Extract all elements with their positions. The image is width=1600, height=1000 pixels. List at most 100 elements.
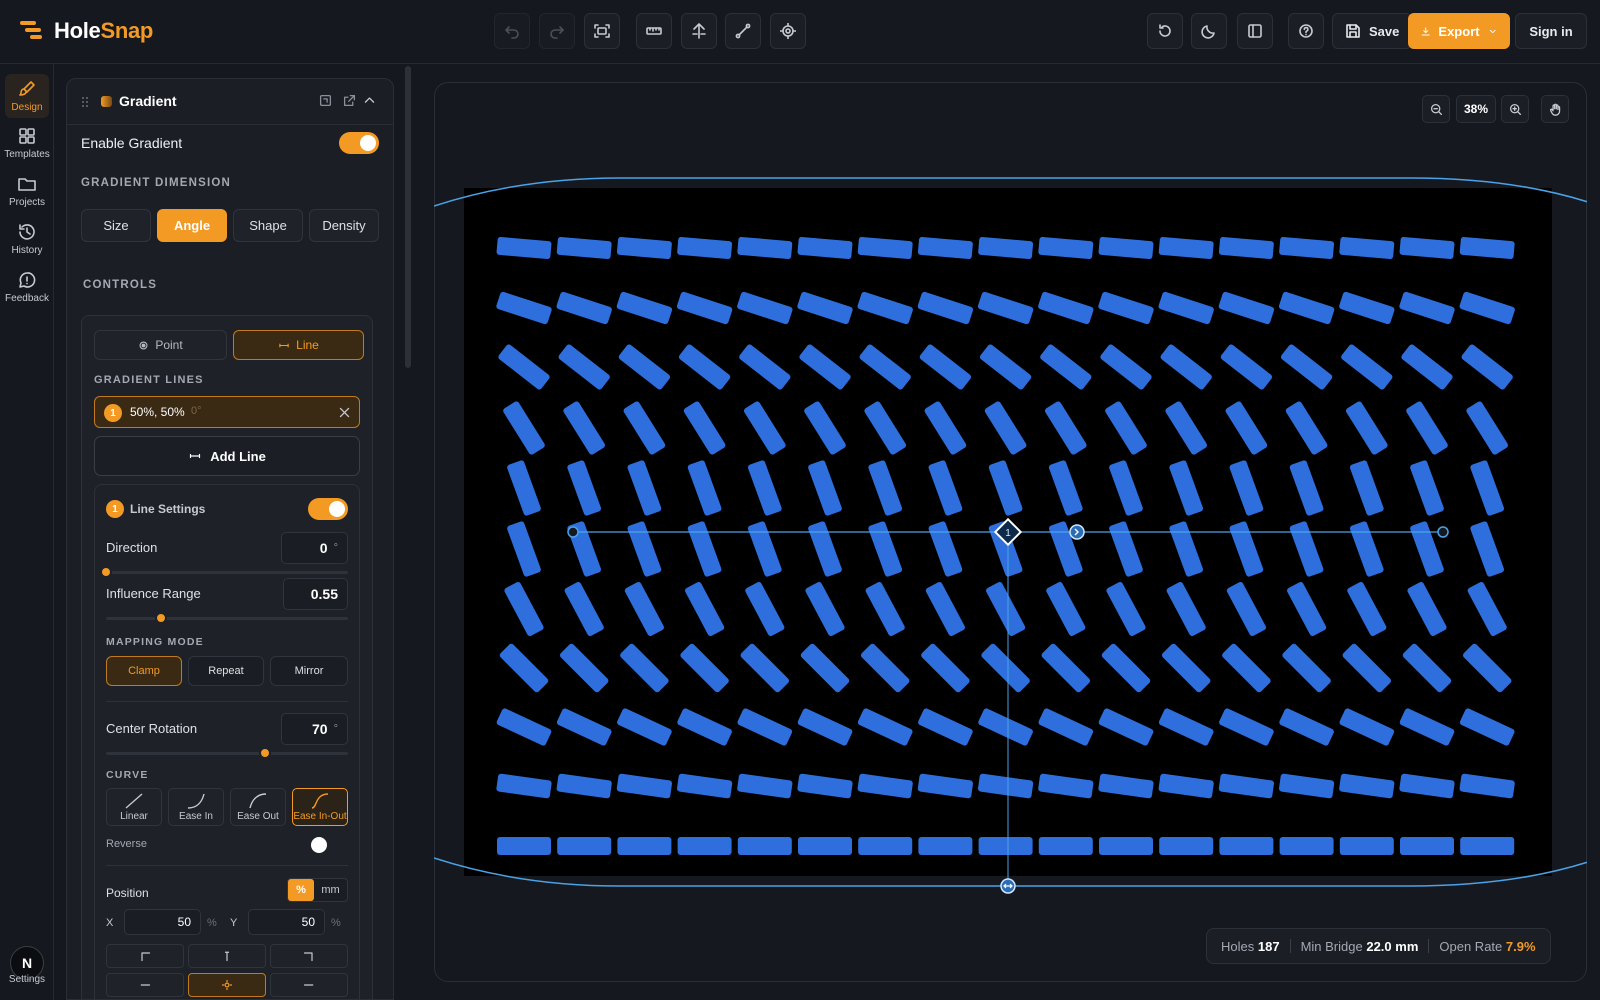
line-arrow-icon <box>190 453 201 459</box>
influence-range-slider-knob[interactable] <box>155 612 167 624</box>
direction-label: Direction <box>106 540 158 555</box>
mapping-mode-mirror[interactable]: Mirror <box>270 656 348 686</box>
reset-icon <box>1159 24 1171 37</box>
line-settings-toggle[interactable] <box>308 498 348 520</box>
dimension-tab-angle[interactable]: Angle <box>157 209 227 242</box>
curve-ease-in-out-button[interactable]: Ease In-Out <box>292 788 348 826</box>
enable-gradient-toggle[interactable] <box>339 132 379 154</box>
divider <box>1289 939 1291 953</box>
panel-scrollbar[interactable] <box>405 66 411 368</box>
center-rotation-value: 70 <box>312 721 328 737</box>
layout-button[interactable] <box>1237 13 1273 49</box>
unit-percent[interactable]: % <box>288 879 314 901</box>
dimension-tab-shape[interactable]: Shape <box>233 209 303 242</box>
dimension-tab-density[interactable]: Density <box>309 209 379 242</box>
sign-in-button[interactable]: Sign in <box>1515 13 1587 49</box>
align-top-left-button[interactable] <box>106 944 184 968</box>
curve-ease-out-icon <box>249 793 267 809</box>
curve-ease-in-button[interactable]: Ease In <box>168 788 224 826</box>
logo-mark-icon <box>20 21 42 39</box>
export-label: Export <box>1438 23 1480 39</box>
undo-button[interactable] <box>494 13 530 49</box>
dock-icon[interactable] <box>319 94 332 107</box>
ruler-button[interactable] <box>636 13 672 49</box>
direction-slider-knob[interactable] <box>100 566 112 578</box>
mode-tab-line[interactable]: Line <box>233 330 364 360</box>
align-center-button[interactable] <box>188 973 266 997</box>
mode-tab-point-label: Point <box>155 338 183 352</box>
center-rotation-label: Center Rotation <box>106 721 198 736</box>
center-rotation-slider-knob[interactable] <box>259 747 271 759</box>
history-icon <box>19 224 35 240</box>
align-button[interactable] <box>681 13 717 49</box>
open-rate-value: 7.9% <box>1505 938 1536 954</box>
zoom-level[interactable]: 38% <box>1456 95 1496 123</box>
rail-item-design[interactable]: Design <box>5 74 49 118</box>
curve-linear-button[interactable]: Linear <box>106 788 162 826</box>
controls-card: Point Line GRADIENT LINES 1 50%, 50% 0° … <box>81 315 373 999</box>
reset-button[interactable] <box>1147 13 1183 49</box>
pan-hand-button[interactable] <box>1541 95 1569 123</box>
center-rotation-input[interactable]: 70 ° <box>281 713 348 745</box>
theme-button[interactable] <box>1191 13 1227 49</box>
curve-ease-out-button[interactable]: Ease Out <box>230 788 286 826</box>
align-top-icon <box>224 951 230 962</box>
divider <box>106 865 348 866</box>
curve-ease-in-out-label: Ease In-Out <box>293 811 347 822</box>
influence-range-input[interactable]: 0.55 <box>283 578 348 610</box>
logo[interactable]: HoleSnap <box>18 18 153 44</box>
gradient-line-entry[interactable]: 1 50%, 50% 0° <box>94 396 360 428</box>
unit-mm[interactable]: mm <box>314 879 347 901</box>
chevron-up-icon[interactable] <box>363 94 376 107</box>
export-button[interactable]: Export <box>1408 13 1510 49</box>
x-input[interactable]: 50 <box>124 909 201 935</box>
reverse-label: Reverse <box>106 838 147 850</box>
target-button[interactable] <box>770 13 806 49</box>
influence-range-slider[interactable] <box>106 617 348 620</box>
align-right-button[interactable] <box>270 973 348 997</box>
brand-name: HoleSnap <box>54 18 154 43</box>
unit-toggle[interactable]: % mm <box>287 878 348 902</box>
curve-heading: CURVE <box>106 769 149 781</box>
align-left-icon <box>140 984 151 986</box>
rail-item-settings[interactable]: Settings <box>0 974 54 985</box>
layout-icon <box>1248 24 1262 38</box>
direction-slider[interactable] <box>106 571 348 574</box>
drag-handle-icon[interactable] <box>81 96 89 108</box>
add-line-button[interactable]: Add Line <box>94 436 360 476</box>
zoom-out-button[interactable] <box>1422 95 1450 123</box>
mapping-mode-clamp[interactable]: Clamp <box>106 656 182 686</box>
zoom-in-button[interactable] <box>1501 95 1529 123</box>
undo-icon <box>505 26 519 39</box>
reverse-toggle[interactable] <box>311 837 327 853</box>
fit-screen-button[interactable] <box>584 13 620 49</box>
rail-item-templates[interactable]: Templates <box>4 121 50 165</box>
rail-label: Projects <box>8 197 46 208</box>
y-input[interactable]: 50 <box>248 909 325 935</box>
align-top-right-button[interactable] <box>270 944 348 968</box>
corner-top-left-icon <box>141 952 151 962</box>
save-button[interactable]: Save <box>1332 13 1413 49</box>
curve-linear-icon <box>125 793 143 809</box>
path-button[interactable] <box>725 13 761 49</box>
mode-tab-point[interactable]: Point <box>94 330 227 360</box>
divider <box>106 701 348 702</box>
rail-item-feedback[interactable]: Feedback <box>5 265 49 309</box>
mapping-mode-repeat[interactable]: Repeat <box>188 656 264 686</box>
close-icon[interactable] <box>338 406 351 419</box>
align-left-button[interactable] <box>106 973 184 997</box>
rail-item-projects[interactable]: Projects <box>5 169 49 213</box>
center-rotation-slider[interactable] <box>106 752 348 755</box>
add-line-label: Add Line <box>210 448 266 464</box>
help-button[interactable] <box>1288 13 1324 49</box>
align-top-button[interactable] <box>188 944 266 968</box>
redo-button[interactable] <box>539 13 575 49</box>
x-unit: % <box>207 917 217 929</box>
redo-icon <box>550 26 564 39</box>
dimension-tab-size[interactable]: Size <box>81 209 151 242</box>
direction-input[interactable]: 0 ° <box>281 532 348 564</box>
rail-label: History <box>11 245 43 256</box>
rail-item-history[interactable]: History <box>5 217 49 261</box>
rail-label: Templates <box>4 149 50 160</box>
popout-icon[interactable] <box>343 94 356 107</box>
